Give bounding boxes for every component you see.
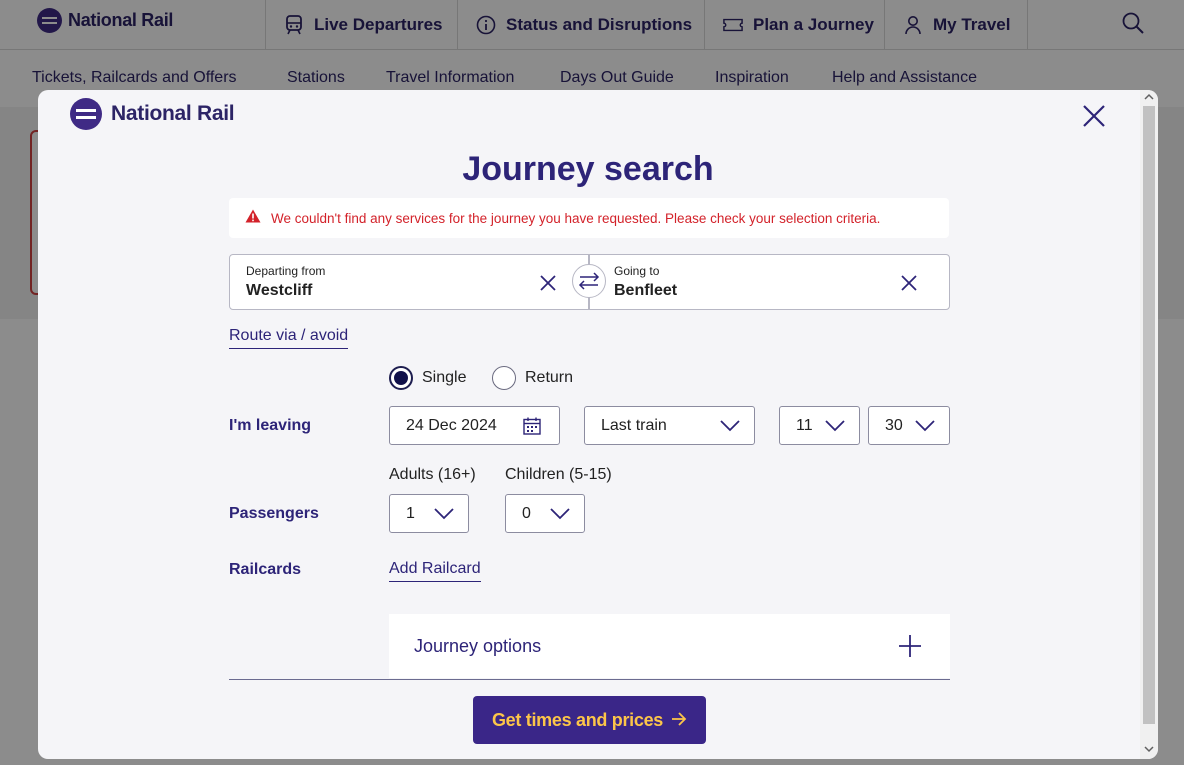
departing-from-value[interactable]: Westcliff [246, 282, 312, 300]
page-title: Journey search [462, 150, 714, 188]
scroll-up-icon[interactable] [1144, 93, 1154, 103]
calendar-icon[interactable] [523, 417, 541, 435]
leaving-label: I'm leaving [229, 417, 312, 434]
scrollbar-thumb[interactable] [1143, 106, 1155, 724]
going-to-field[interactable]: Going to Benfleet [589, 254, 950, 310]
route-via-avoid-link[interactable]: Route via / avoid [229, 327, 349, 349]
radio-single[interactable]: Single [389, 366, 466, 390]
departing-from-field[interactable]: Departing from Westcliff [229, 254, 589, 310]
divider [229, 679, 950, 680]
going-to-label: Going to [614, 264, 660, 278]
adults-value: 1 [406, 504, 415, 522]
swap-stations-icon[interactable] [572, 264, 606, 298]
submit-label: Get times and prices [491, 709, 664, 730]
children-label: Children (5-15) [505, 466, 612, 483]
get-times-prices-button[interactable]: Get times and prices [473, 696, 706, 744]
arrow-right-icon [671, 710, 687, 731]
warning-icon [245, 209, 261, 228]
chevron-down-icon [550, 507, 570, 521]
modal-brand: National Rail [70, 98, 235, 130]
journey-options-label: Journey options [414, 635, 542, 656]
radio-unchecked-icon[interactable] [492, 366, 516, 390]
children-value: 0 [522, 504, 531, 522]
minute-select[interactable]: 30 [868, 406, 950, 445]
close-icon[interactable] [1080, 102, 1108, 130]
adults-label: Adults (16+) [389, 466, 476, 483]
journey-options-toggle[interactable]: Journey options [389, 614, 950, 678]
going-to-value[interactable]: Benfleet [614, 282, 677, 300]
radio-return-label: Return [525, 369, 574, 386]
clear-to-icon[interactable] [899, 273, 919, 293]
date-picker[interactable]: 24 Dec 2024 [389, 406, 560, 445]
error-text: We couldn't find any services for the jo… [271, 210, 881, 226]
clear-from-icon[interactable] [538, 273, 558, 293]
modal-scrollbar[interactable] [1140, 90, 1158, 759]
plus-icon[interactable] [898, 634, 922, 658]
adults-select[interactable]: 1 [389, 494, 469, 533]
chevron-down-icon [825, 419, 845, 433]
railcards-label: Railcards [229, 561, 302, 578]
time-type-value: Last train [601, 416, 667, 434]
national-rail-logo-icon [70, 98, 102, 130]
hour-select[interactable]: 11 [779, 406, 860, 445]
chevron-down-icon [915, 419, 935, 433]
date-value: 24 Dec 2024 [406, 416, 497, 434]
radio-return[interactable]: Return [492, 366, 573, 390]
modal-brand-name: National Rail [111, 102, 235, 125]
radio-single-label: Single [422, 369, 467, 386]
add-railcard-link[interactable]: Add Railcard [389, 560, 481, 582]
time-type-select[interactable]: Last train [584, 406, 755, 445]
departing-from-label: Departing from [246, 264, 326, 278]
error-message: We couldn't find any services for the jo… [229, 198, 949, 238]
children-select[interactable]: 0 [505, 494, 585, 533]
passengers-label: Passengers [229, 505, 319, 522]
hour-value: 11 [796, 416, 813, 434]
journey-search-modal: National Rail Journey search We couldn't… [38, 90, 1158, 759]
chevron-down-icon [720, 419, 740, 433]
radio-checked-icon[interactable] [389, 366, 413, 390]
chevron-down-icon [434, 507, 454, 521]
scroll-down-icon[interactable] [1144, 745, 1154, 755]
minute-value: 30 [885, 416, 903, 434]
